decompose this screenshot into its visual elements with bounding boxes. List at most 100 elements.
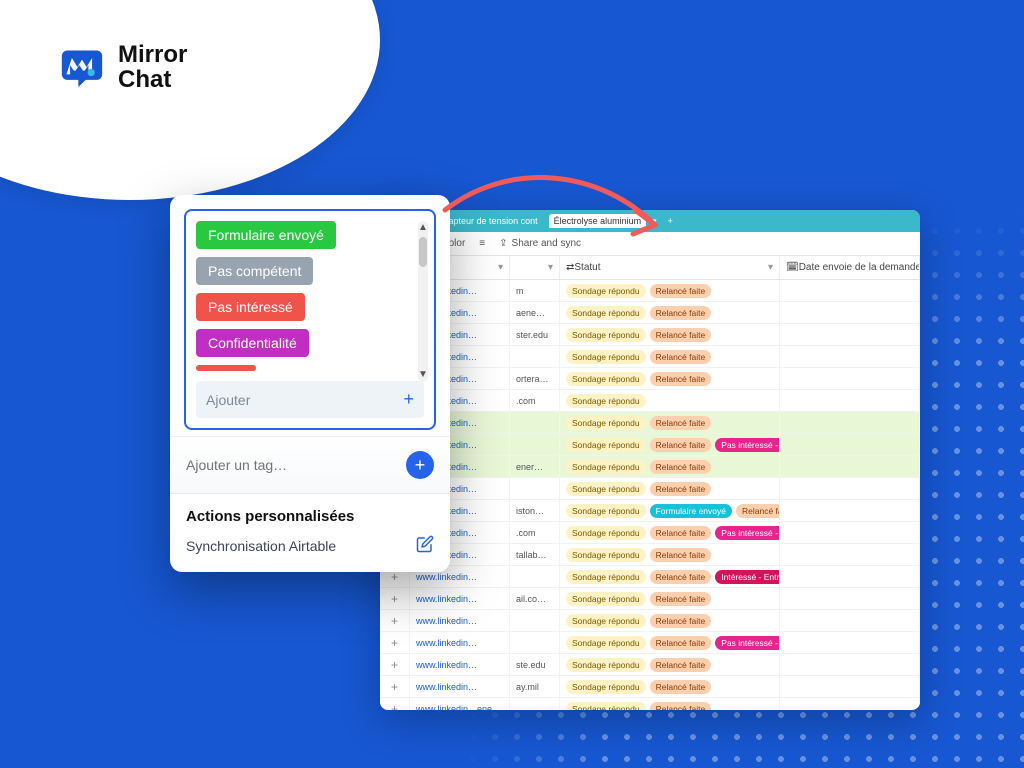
linkedin-link[interactable]: www.linkedin… — [416, 638, 477, 648]
status-chip-relance: Relancé faite — [650, 592, 712, 606]
table-row[interactable]: +www.linkedin…Sondage réponduRelancé fai… — [380, 346, 920, 368]
table-row[interactable]: +www.linkedin…aene…Sondage réponduRelanc… — [380, 302, 920, 324]
table-row[interactable]: + www.linkedin… Sondage réponduRelancé fai… — [380, 632, 920, 654]
status-chip-relance: Relancé faite — [650, 570, 712, 584]
status-cell[interactable]: Sondage réponduRelancé faite — [560, 324, 780, 345]
table-row[interactable]: +www.linkedin…iston…Sondage réponduFormu… — [380, 500, 920, 522]
sheet-tab-active[interactable]: Électrolyse aluminium — [549, 214, 647, 228]
linkedin-link[interactable]: www.linkedin… — [416, 594, 477, 604]
col-spacer[interactable]: ▾ — [510, 256, 560, 279]
table-row[interactable]: +www.linkedin…ener…Sondage réponduRelanc… — [380, 456, 920, 478]
tag-pill[interactable]: Pas intéressé — [196, 293, 305, 321]
col-date[interactable]: 🗓 Date envoie de la demande — [780, 256, 920, 279]
status-chip-relance: Relancé faite — [736, 504, 780, 518]
custom-actions-section: Actions personnalisées Synchronisation A… — [170, 493, 450, 572]
toolbar-rowheight[interactable]: ≡ — [479, 238, 485, 249]
linkedin-link[interactable]: www.linkedin… — [416, 572, 477, 582]
status-chip-relance: Relancé faite — [650, 350, 712, 364]
linkedin-link[interactable]: www.linkedin… — [416, 660, 477, 670]
table-row[interactable]: +www.linkedin…ste.eduSondage réponduRela… — [380, 654, 920, 676]
tag-pill[interactable]: Confidentialité — [196, 329, 309, 357]
status-cell[interactable]: Sondage réponduRelancé faiteIntéressé - … — [560, 566, 780, 587]
chevron-down-icon: ▾ — [498, 262, 503, 273]
table-row[interactable]: +www.linkedin….comSondage répondu — [380, 390, 920, 412]
status-cell[interactable]: Sondage réponduRelancé faite — [560, 302, 780, 323]
table-row[interactable]: +www.linkedin…ail.co…Sondage réponduRela… — [380, 588, 920, 610]
table-row[interactable]: +www.linkedin…tallab…Sondage réponduRela… — [380, 544, 920, 566]
col-statut[interactable]: ⇄ Statut▾ — [560, 256, 780, 279]
email-cell — [510, 478, 560, 499]
rowheight-icon: ≡ — [479, 238, 485, 249]
toolbar-share[interactable]: ⇪Share and sync — [499, 238, 581, 249]
status-cell[interactable]: Sondage réponduRelancé faite — [560, 456, 780, 477]
status-cell[interactable]: Sondage réponduRelancé faite — [560, 544, 780, 565]
row-expand-icon[interactable]: + — [391, 592, 398, 606]
status-cell[interactable]: Sondage réponduRelancé faite — [560, 280, 780, 301]
status-cell[interactable]: Sondage réponduRelancé faite — [560, 698, 780, 710]
status-cell[interactable]: Sondage réponduRelancé faitePas intéress… — [560, 522, 780, 543]
status-cell[interactable]: Sondage réponduRelancé faite — [560, 654, 780, 675]
date-cell — [780, 588, 920, 609]
linkedin-link[interactable]: www.linkedin… — [416, 616, 477, 626]
status-cell[interactable]: Sondage réponduRelancé faite — [560, 676, 780, 697]
tag-pill[interactable]: Formulaire envoyé — [196, 221, 336, 249]
row-expand-icon[interactable]: + — [391, 614, 398, 628]
table-row[interactable]: +www.linkedin…Sondage réponduRelancé fai… — [380, 566, 920, 588]
table-row[interactable]: +www.linkedin…ster.eduSondage réponduRel… — [380, 324, 920, 346]
row-expand-icon[interactable]: + — [391, 636, 398, 650]
scrollbar[interactable]: ▲ ▼ — [418, 221, 428, 382]
table-row[interactable]: +www.linkedin…ay.milSondage réponduRelan… — [380, 676, 920, 698]
actions-heading: Actions personnalisées — [186, 508, 434, 525]
table-row[interactable]: +www.linkedin…ortera…Sondage réponduRela… — [380, 368, 920, 390]
table-row[interactable]: + www.linkedin…ene Sondage réponduRelancé … — [380, 698, 920, 710]
sheet-tab-dropdown-icon[interactable]: ▾ — [652, 216, 657, 227]
status-cell[interactable]: Sondage réponduRelancé faite — [560, 588, 780, 609]
edit-icon[interactable] — [416, 535, 434, 556]
row-expand-icon[interactable]: + — [391, 680, 398, 694]
table-row[interactable]: + www.linkedin… Sondage réponduRelancé fai… — [380, 610, 920, 632]
status-cell[interactable]: Sondage réponduFormulaire envoyéRelancé … — [560, 500, 780, 521]
tag-pill[interactable]: Pas compétent — [196, 257, 313, 285]
email-cell: tallab… — [510, 544, 560, 565]
table-row[interactable]: +www.linkedin…Sondage réponduRelancé fai… — [380, 412, 920, 434]
status-chip-pasint: Pas intéressé - Ent… — [715, 526, 780, 540]
sheet-tab[interactable]: Capteur de tension cont — [437, 214, 543, 228]
brand-mark-icon — [60, 45, 104, 89]
table-row[interactable]: +www.linkedin…mSondage réponduRelancé fa… — [380, 280, 920, 302]
status-cell[interactable]: Sondage répondu — [560, 390, 780, 411]
row-expand-icon[interactable]: + — [391, 658, 398, 672]
scroll-thumb[interactable] — [419, 237, 427, 267]
linkedin-link[interactable]: www.linkedin… — [416, 682, 477, 692]
date-cell — [780, 544, 920, 565]
status-cell[interactable]: Sondage réponduRelancé faite — [560, 412, 780, 433]
status-cell[interactable]: Sondage réponduRelancé faite — [560, 368, 780, 389]
sheet-tab-add[interactable]: + — [663, 214, 678, 228]
status-chip-sondage: Sondage répondu — [566, 614, 646, 628]
scroll-up-icon[interactable]: ▲ — [418, 223, 428, 233]
row-expand-icon[interactable]: + — [391, 702, 398, 711]
action-label: Synchronisation Airtable — [186, 538, 336, 554]
tag-input[interactable] — [186, 457, 406, 473]
status-cell[interactable]: Sondage réponduRelancé faitePas intéress… — [560, 632, 780, 653]
status-cell[interactable]: Sondage réponduRelancé faitePas intéress… — [560, 434, 780, 455]
status-cell[interactable]: Sondage réponduRelancé faite — [560, 478, 780, 499]
airtable-sheet: Theraos Capteur de tension cont Électrol… — [380, 210, 920, 710]
email-cell: ortera… — [510, 368, 560, 389]
table-row[interactable]: +www.linkedin…Sondage réponduRelancé fai… — [380, 478, 920, 500]
date-cell — [780, 456, 920, 477]
tag-list: Formulaire envoyé Pas compétent Pas intére… — [196, 221, 424, 371]
scroll-down-icon[interactable]: ▼ — [418, 370, 428, 380]
tag-add-row[interactable]: Ajouter + — [196, 381, 424, 418]
status-cell[interactable]: Sondage réponduRelancé faite — [560, 610, 780, 631]
email-cell: iston… — [510, 500, 560, 521]
tag-add-button[interactable]: + — [406, 451, 434, 479]
tag-pill-overflow[interactable] — [196, 365, 256, 371]
email-cell — [510, 698, 560, 710]
tag-input-row: + — [170, 436, 450, 493]
action-sync-airtable[interactable]: Synchronisation Airtable — [186, 535, 434, 556]
linkedin-link[interactable]: www.linkedin…ene — [416, 704, 492, 711]
status-chip-sondage: Sondage répondu — [566, 460, 646, 474]
status-cell[interactable]: Sondage réponduRelancé faite — [560, 346, 780, 367]
table-row[interactable]: +www.linkedin…Sondage réponduRelancé fai… — [380, 434, 920, 456]
table-row[interactable]: +www.linkedin….comSondage réponduRelancé… — [380, 522, 920, 544]
